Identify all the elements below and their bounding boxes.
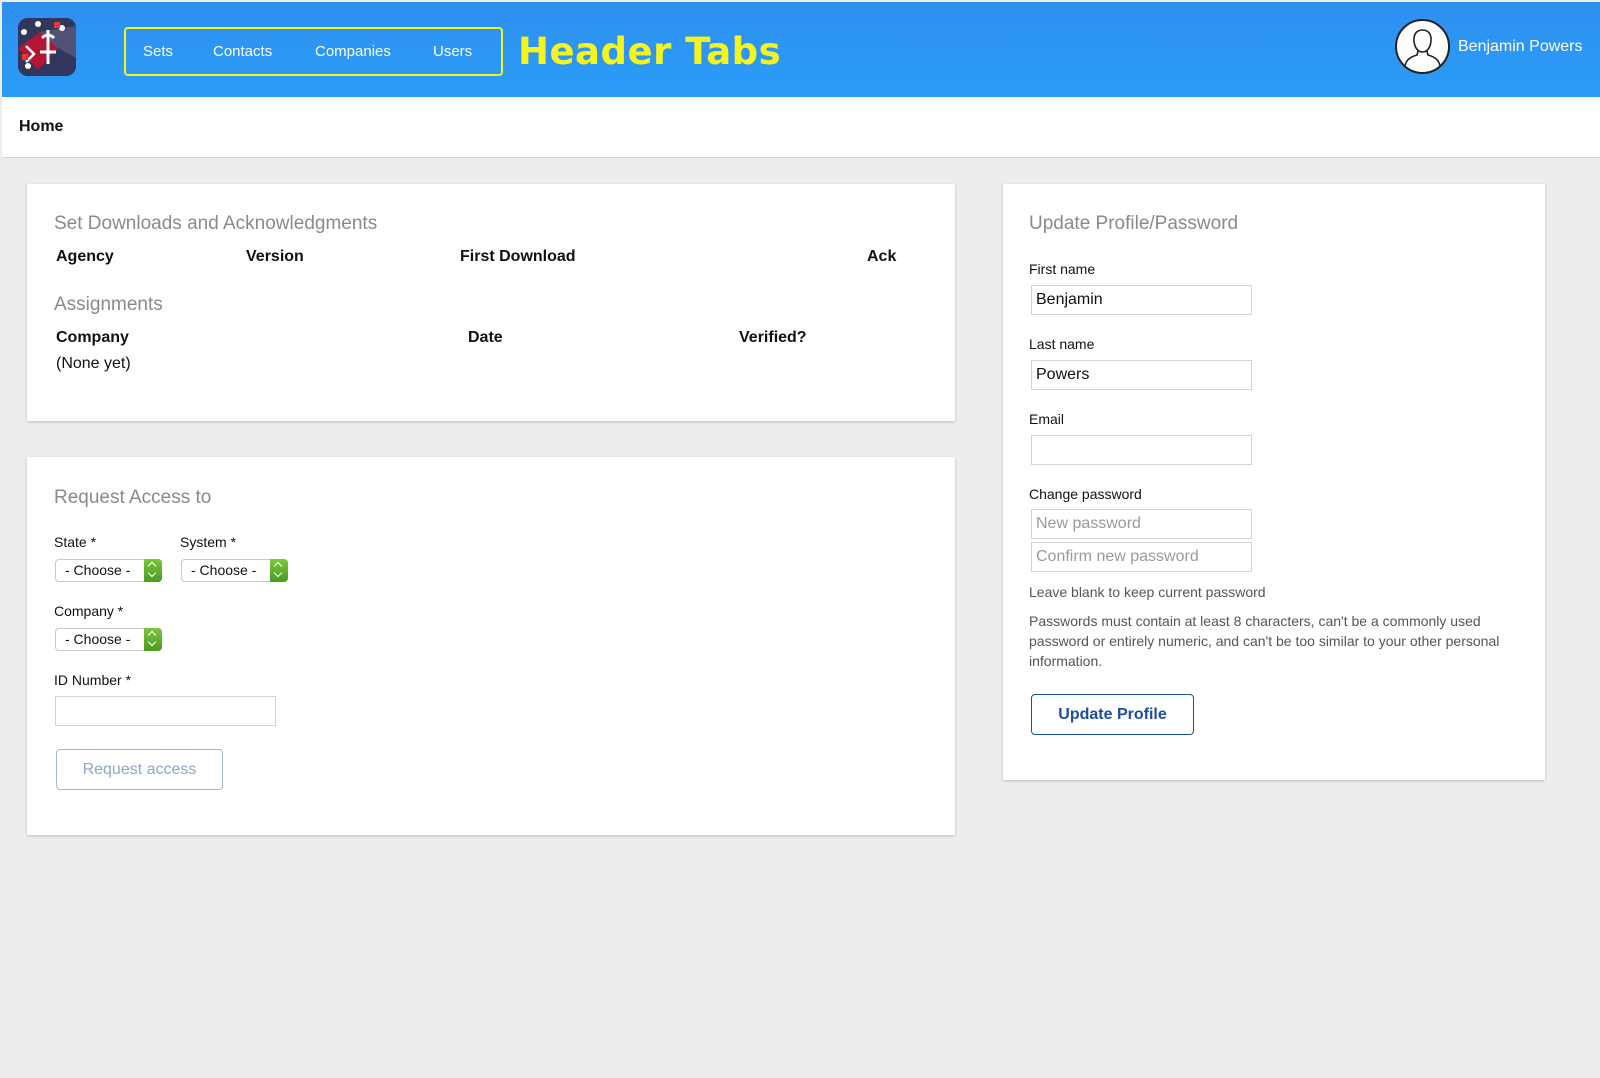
col-first-download: First Download [460,248,576,265]
col-version: Version [246,248,304,265]
last-name-input[interactable] [1031,360,1252,390]
last-name-label: Last name [1029,336,1095,352]
nav-companies[interactable]: Companies [315,29,391,74]
downloads-title: Set Downloads and Acknowledgments [54,213,378,234]
user-name[interactable]: Benjamin Powers [1458,38,1583,56]
request-access-button[interactable]: Request access [56,749,223,790]
assignments-title: Assignments [54,294,163,315]
col-verified: Verified? [739,329,807,346]
change-password-label: Change password [1029,486,1142,502]
company-label: Company * [54,603,124,619]
chevron-updown-icon [270,559,288,582]
col-agency: Agency [56,248,114,265]
top-header: Sets Contacts Companies Users Header Tab… [2,2,1600,97]
nav-users[interactable]: Users [433,29,472,74]
company-select[interactable]: - Choose - [55,628,162,651]
header-tabs-title: Header Tabs [518,30,782,73]
first-name-label: First name [1029,261,1096,277]
nav-sets[interactable]: Sets [143,29,173,74]
password-blank-note: Leave blank to keep current password [1029,584,1266,600]
state-label: State * [54,534,97,550]
chevron-updown-icon [144,559,162,582]
profile-title: Update Profile/Password [1029,213,1239,234]
col-ack: Ack [867,248,897,265]
update-profile-button[interactable]: Update Profile [1031,694,1194,735]
email-label: Email [1029,411,1065,427]
main-nav: Sets Contacts Companies Users [124,27,503,76]
col-company: Company [56,329,129,346]
first-name-input[interactable] [1031,285,1252,315]
profile-panel: Update Profile/Password First name Last … [1003,184,1545,780]
downloads-panel: Set Downloads and Acknowledgments Agency… [27,184,955,421]
breadcrumb-home[interactable]: Home [19,118,63,136]
request-access-title: Request Access to [54,487,212,508]
request-access-panel: Request Access to State * System * - Cho… [27,457,955,835]
system-label: System * [180,534,237,550]
state-select[interactable]: - Choose - [55,559,162,582]
system-select-value: - Choose - [191,562,257,578]
app-logo-icon[interactable] [18,18,76,76]
new-password-input[interactable] [1031,509,1252,539]
nav-contacts[interactable]: Contacts [213,29,272,74]
chevron-updown-icon [144,628,162,651]
id-number-input[interactable] [55,696,276,726]
system-select[interactable]: - Choose - [181,559,288,582]
confirm-password-input[interactable] [1031,542,1252,572]
col-date: Date [468,329,503,346]
id-number-label: ID Number * [54,672,132,688]
user-avatar-icon[interactable] [1395,19,1450,74]
assignments-empty: (None yet) [56,355,131,372]
state-select-value: - Choose - [65,562,131,578]
password-rules: Passwords must contain at least 8 charac… [1029,613,1500,669]
email-input[interactable] [1031,435,1252,465]
breadcrumb: Home [2,97,1600,158]
company-select-value: - Choose - [65,631,131,647]
